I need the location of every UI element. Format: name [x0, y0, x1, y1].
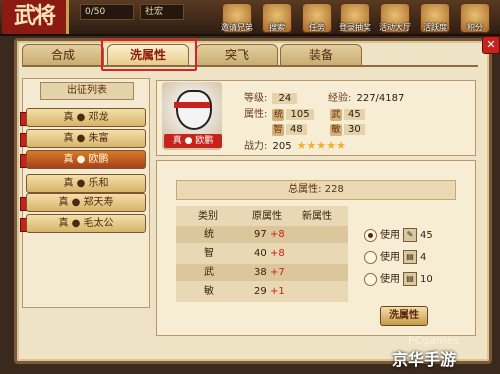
base-cell: 38 — [254, 267, 267, 278]
cat-cell: 敏 — [204, 286, 214, 297]
table-row: 智 40 +8 — [176, 245, 348, 262]
use-option-2[interactable]: 使用 ▤ 4 — [364, 250, 426, 266]
delta-cell: +8 — [270, 229, 285, 240]
cat-cell: 武 — [204, 267, 214, 278]
use-count: 10 — [420, 274, 433, 285]
delta-cell: +8 — [270, 248, 285, 259]
activity-hall-button[interactable]: 活动大厅 — [379, 3, 411, 33]
table-row: 敏 29 +1 — [176, 283, 348, 300]
watermark: 京华手游 — [392, 350, 457, 369]
brand-title: 武将 — [2, 0, 69, 34]
star-rating: ★★★★★ — [296, 139, 346, 152]
total-label: 总属性: — [288, 184, 322, 195]
cat-cell: 智 — [204, 248, 214, 259]
counter: 0/50 — [80, 4, 134, 20]
wash-attributes-button[interactable]: 洗属性 — [380, 306, 428, 326]
task-button[interactable]: 任务 — [302, 3, 332, 33]
book-icon: ▤ — [403, 272, 417, 286]
cat-cell: 统 — [204, 229, 214, 240]
use-count: 4 — [420, 252, 427, 263]
list-item[interactable]: 真 ● 朱富 — [26, 129, 146, 148]
search-button[interactable]: 搜索 — [262, 3, 292, 33]
table-header: 类别 原属性 新属性 — [176, 208, 348, 225]
power-value: 205 — [272, 141, 292, 152]
close-icon[interactable]: ✕ — [482, 36, 500, 54]
min-value: 30 — [344, 124, 365, 135]
total-attribute-bar: 总属性: 228 — [176, 180, 456, 200]
hero-name: 真 ● 欧鹏 — [164, 134, 222, 148]
list-title: 出征列表 — [40, 82, 134, 100]
list-item[interactable]: 真 ● 毛太公 — [26, 214, 146, 233]
power-label: 战力: — [244, 141, 268, 152]
table-row: 统 97 +8 — [176, 226, 348, 243]
use-count: 45 — [420, 230, 433, 241]
delta-cell: +1 — [270, 286, 285, 297]
invite-button[interactable]: 邀请兄弟 — [221, 3, 253, 33]
score-button[interactable]: 积分 — [460, 3, 490, 33]
list-item-selected[interactable]: 真 ● 欧鹏 — [26, 150, 146, 169]
activity-points-button[interactable]: 活跃度 — [420, 3, 450, 33]
group-label: 社宏 — [140, 4, 184, 20]
delta-cell: +7 — [270, 267, 285, 278]
header-category: 类别 — [198, 211, 218, 222]
tab-divider — [22, 65, 478, 67]
power-row: 战力: 205 ★★★★★ — [244, 134, 346, 154]
use-option-1[interactable]: 使用 ✎ 45 — [364, 228, 433, 244]
list-item[interactable]: 真 ● 郑天寿 — [26, 193, 146, 212]
radio-button[interactable] — [364, 228, 377, 242]
list-item[interactable]: 真 ● 乐和 — [26, 174, 146, 193]
total-value: 228 — [324, 184, 344, 195]
radio-button[interactable] — [364, 250, 377, 264]
base-cell: 97 — [254, 229, 267, 240]
header-new: 新属性 — [302, 211, 332, 222]
tab-equipment[interactable]: 装备 — [280, 44, 362, 66]
header-base: 原属性 — [252, 211, 282, 222]
table-row: 武 38 +7 — [176, 264, 348, 281]
tab-compose[interactable]: 合成 — [22, 44, 104, 66]
list-item[interactable]: 真 ● 邓龙 — [26, 108, 146, 127]
login-lottery-button[interactable]: 登录抽奖 — [339, 3, 371, 33]
base-cell: 29 — [254, 286, 267, 297]
use-option-3[interactable]: 使用 ▤ 10 — [364, 272, 433, 288]
base-cell: 40 — [254, 248, 267, 259]
tab-breakthrough[interactable]: 突飞 — [196, 44, 278, 66]
attr-label: 属性: — [244, 109, 268, 120]
book-icon: ▤ — [403, 250, 417, 264]
scroll-icon: ✎ — [403, 228, 417, 242]
radio-button[interactable] — [364, 272, 377, 286]
tab-highlight-frame — [101, 39, 197, 71]
